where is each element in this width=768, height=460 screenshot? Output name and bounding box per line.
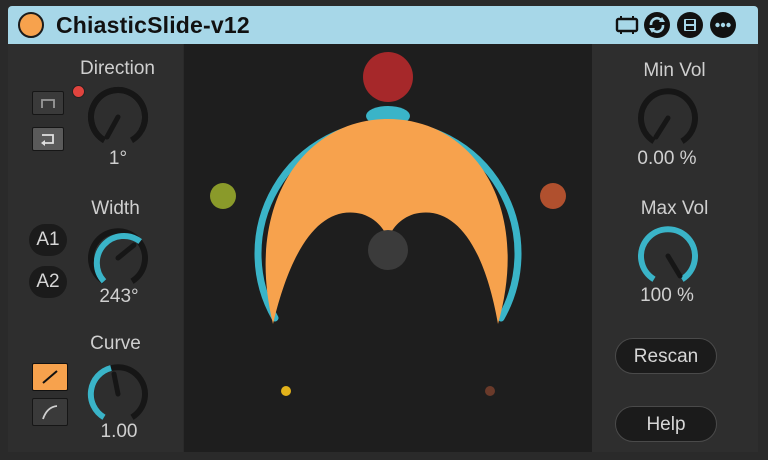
source-dot-left	[210, 183, 236, 209]
marker-dot-yellow	[281, 386, 291, 396]
width-value: 243°	[99, 286, 139, 307]
a2-button[interactable]: A2	[29, 266, 67, 298]
device-window: ChiasticSlide-v12 Direction 1° A1 A2 Wid…	[0, 0, 768, 460]
panner-display[interactable]	[184, 44, 592, 452]
source-dot-right	[540, 183, 566, 209]
direction-mode-b-button[interactable]	[32, 127, 64, 151]
curve-label: Curve	[90, 333, 141, 354]
min-vol-knob[interactable]	[634, 84, 702, 152]
source-dot-top	[363, 52, 413, 102]
loop-icon	[41, 134, 54, 146]
min-vol-value: 0.00 %	[637, 148, 697, 169]
width-knob[interactable]	[84, 224, 152, 292]
max-vol-value: 100 %	[640, 285, 694, 306]
direction-mode-a-button[interactable]	[32, 91, 64, 115]
listener-dot	[368, 230, 408, 270]
direction-knob[interactable]	[85, 84, 151, 150]
curve-value: 1.00	[100, 421, 138, 442]
right-panel: Min Vol 0.00 % Max Vol 100 % Rescan Help	[592, 44, 758, 452]
min-vol-label: Min Vol	[643, 60, 706, 81]
linear-curve-icon	[42, 370, 58, 384]
max-vol-label: Max Vol	[640, 198, 709, 219]
marker-dot-brown	[485, 386, 495, 396]
a1-button[interactable]: A1	[29, 224, 67, 256]
curve-knob[interactable]	[84, 360, 152, 428]
direction-value: 1°	[108, 148, 128, 169]
left-panel: Direction 1° A1 A2 Width 243° Curve 1.00	[8, 44, 183, 452]
arch-icon	[41, 99, 55, 108]
panner-visual	[210, 52, 566, 396]
max-vol-knob[interactable]	[634, 222, 702, 290]
title-bar: ChiasticSlide-v12	[8, 6, 758, 44]
more-icon[interactable]	[709, 11, 737, 39]
refresh-icon[interactable]	[643, 11, 671, 39]
log-curve-icon	[42, 405, 58, 420]
curve-linear-button[interactable]	[32, 363, 68, 391]
width-label: Width	[91, 198, 140, 219]
rescan-button[interactable]: Rescan	[615, 338, 717, 374]
direction-label: Direction	[80, 58, 155, 79]
device-icon[interactable]	[613, 11, 641, 39]
status-led	[72, 85, 85, 98]
help-button[interactable]: Help	[615, 406, 717, 442]
curve-log-button[interactable]	[32, 398, 68, 426]
power-toggle-button[interactable]	[18, 12, 44, 38]
device-title: ChiasticSlide-v12	[56, 12, 250, 38]
save-icon[interactable]	[676, 11, 704, 39]
